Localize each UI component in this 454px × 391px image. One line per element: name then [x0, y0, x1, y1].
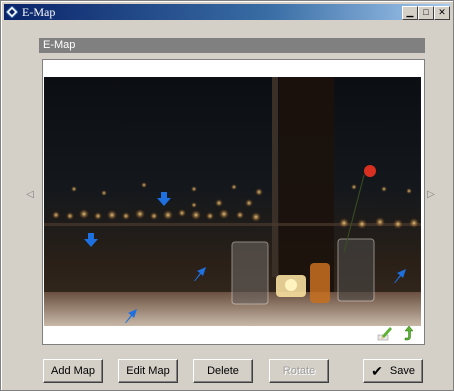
emap-window: E-Map ▁ □ ✕ E-Map ◁ ▷ Add Map Edit Map D…: [0, 0, 454, 391]
window-title: E-Map: [22, 5, 56, 19]
app-diamond-icon: [6, 6, 18, 18]
map-image[interactable]: [44, 77, 421, 326]
maximize-button[interactable]: □: [418, 6, 434, 20]
pencil-icon[interactable]: [377, 325, 393, 341]
checkmark-icon: ✔: [371, 363, 383, 380]
save-button[interactable]: ✔ Save: [363, 359, 423, 383]
camera-marker-3[interactable]: [192, 267, 206, 281]
map-photo: [44, 77, 421, 326]
delete-button[interactable]: Delete: [193, 359, 253, 383]
save-label: Save: [389, 365, 415, 377]
add-map-button[interactable]: Add Map: [43, 359, 103, 383]
title-bar[interactable]: E-Map ▁ □ ✕: [4, 4, 450, 20]
minimize-icon: ▁: [406, 7, 414, 17]
camera-marker-1[interactable]: [157, 192, 171, 206]
section-header: E-Map: [39, 38, 425, 53]
rotate-button: Rotate: [269, 359, 329, 383]
left-triangle-icon[interactable]: ◁: [25, 189, 35, 201]
close-icon: ✕: [438, 7, 446, 17]
camera-marker-2[interactable]: [84, 233, 98, 247]
minimize-button[interactable]: ▁: [402, 6, 418, 20]
edit-map-button[interactable]: Edit Map: [118, 359, 178, 383]
right-triangle-icon[interactable]: ▷: [426, 189, 436, 201]
maximize-icon: □: [423, 7, 429, 17]
camera-marker-4[interactable]: [123, 309, 137, 323]
close-button[interactable]: ✕: [434, 6, 450, 20]
camera-marker-5[interactable]: [392, 269, 406, 283]
undo-arrow-icon[interactable]: [401, 325, 417, 341]
